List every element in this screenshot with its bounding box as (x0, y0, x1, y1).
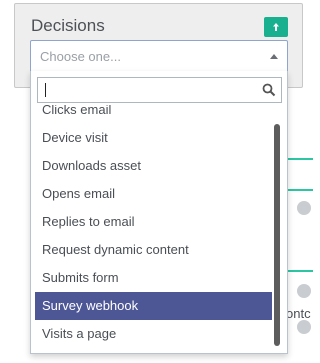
dropdown-scrollbar[interactable] (274, 124, 280, 346)
collapse-button[interactable] (264, 17, 288, 37)
select-dropdown: Clicks email Device visit Downloads asse… (30, 71, 288, 354)
search-icon (262, 83, 276, 97)
node-anchor (297, 320, 311, 334)
search-input[interactable] (37, 77, 282, 103)
option-item[interactable]: Opens email (35, 180, 272, 208)
option-label: Visits a page (42, 326, 117, 341)
option-item[interactable]: Request dynamic content (35, 236, 272, 264)
select-placeholder: Choose one... (40, 49, 121, 64)
connector-line (288, 158, 313, 160)
arrow-up-icon (273, 23, 279, 31)
option-label: Request dynamic content (42, 242, 189, 257)
option-item[interactable]: Clicks email (35, 105, 272, 124)
option-label: Device visit (42, 130, 108, 145)
node-anchor (297, 201, 311, 215)
canvas-node-text: ontc (286, 306, 311, 321)
option-item[interactable]: Visits a page (35, 320, 272, 348)
caret-up-icon (270, 54, 278, 59)
connector-line (288, 189, 313, 191)
option-label: Opens email (42, 186, 115, 201)
option-label: Clicks email (42, 105, 112, 117)
option-item[interactable]: Replies to email (35, 208, 272, 236)
connector-line (288, 270, 313, 272)
option-item-selected[interactable]: Survey webhook (35, 292, 272, 320)
node-anchor (297, 284, 311, 298)
option-item[interactable]: Device visit (35, 124, 272, 152)
option-item[interactable]: Downloads asset (35, 152, 272, 180)
options-list: Clicks email Device visit Downloads asse… (35, 105, 272, 350)
panel-title: Decisions (31, 16, 105, 35)
option-label: Submits form (42, 270, 119, 285)
text-cursor (45, 83, 46, 97)
option-item[interactable]: Submits form (35, 264, 272, 292)
decision-select[interactable]: Choose one... (30, 40, 288, 72)
option-label: Downloads asset (42, 158, 141, 173)
option-label: Survey webhook (42, 298, 139, 313)
option-label: Replies to email (42, 214, 135, 229)
